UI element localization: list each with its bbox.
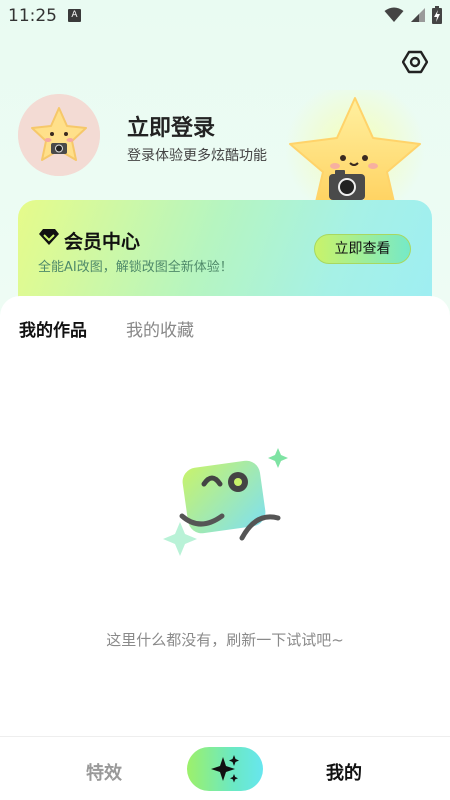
empty-state-illustration [163,448,288,556]
nav-create-button[interactable] [187,747,263,791]
star-mascot-avatar-icon [18,94,100,176]
avatar[interactable] [18,94,100,176]
status-time: 11:25 [8,6,57,26]
signal-icon [411,8,425,22]
tab-my-favorites[interactable]: 我的收藏 [126,316,194,341]
login-subtitle: 登录体验更多炫酷功能 [127,148,267,164]
wifi-icon [384,7,404,22]
sparkle-icon [211,755,239,783]
nav-effects[interactable]: 特效 [86,759,122,785]
settings-icon [401,50,429,74]
star-mascot-illustration [285,90,425,215]
tab-my-works[interactable]: 我的作品 [19,316,87,341]
login-title[interactable]: 立即登录 [127,110,215,142]
battery-charging-icon [432,6,442,24]
empty-state-message: 这里什么都没有，刷新一下试试吧~ [106,631,344,649]
status-app-indicator: A [68,9,81,22]
nav-mine[interactable]: 我的 [326,759,362,785]
bottom-nav: 特效 我的 [0,736,450,800]
status-icons [384,6,442,24]
content-sheet: 我的作品 我的收藏 这里什么都没有，刷新一下试试吧~ [0,296,450,736]
status-bar: 11:25 A [0,0,450,32]
diamond-icon [39,229,59,245]
settings-button[interactable] [401,49,429,75]
vip-subtitle: 全能AI改图，解锁改图全新体验！ [38,260,233,275]
vip-view-button[interactable]: 立即查看 [314,234,411,264]
vip-title: 会员中心 [64,231,141,253]
